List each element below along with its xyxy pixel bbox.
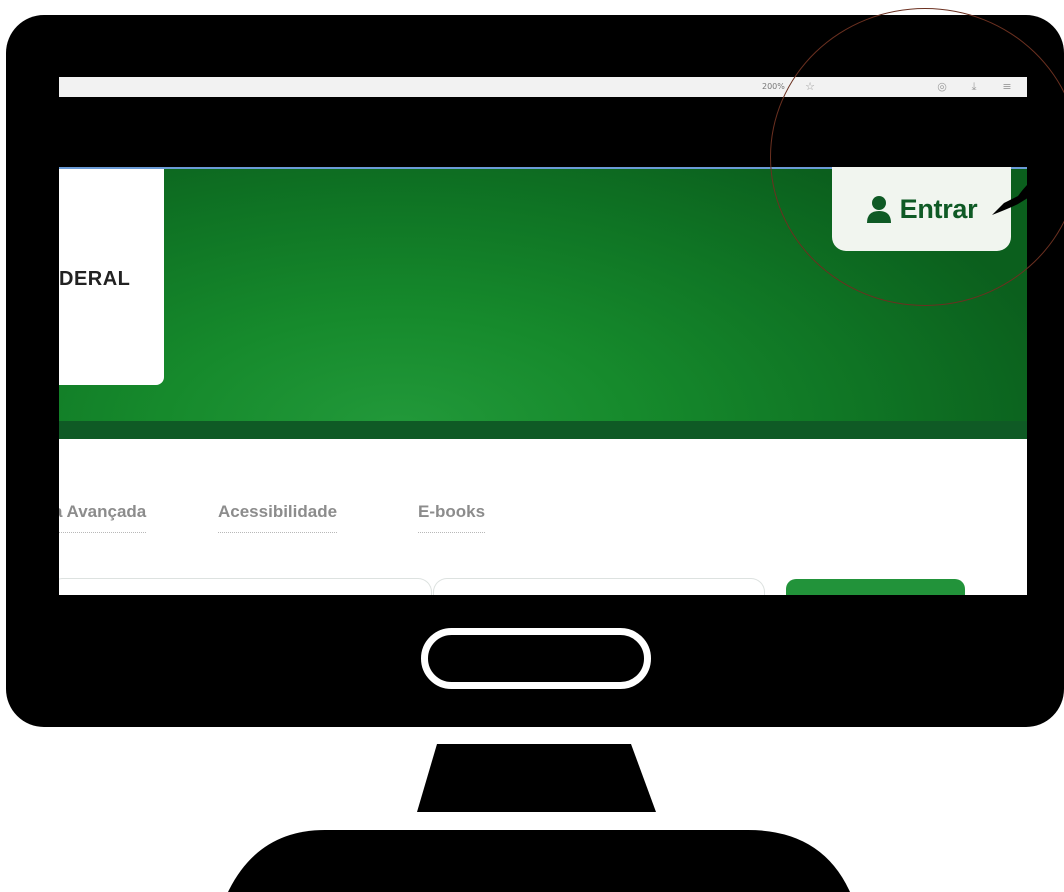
- search-button[interactable]: [786, 579, 965, 595]
- header-stripe: [59, 421, 1027, 441]
- monitor-button: [421, 628, 651, 689]
- filter-field[interactable]: [433, 578, 765, 595]
- search-field[interactable]: [59, 578, 432, 595]
- main-nav: a Avançada Acessibilidade E-books: [59, 439, 1027, 595]
- nav-item-busca-avancada[interactable]: a Avançada: [59, 502, 147, 533]
- zoom-indicator[interactable]: 200%: [762, 77, 785, 97]
- logo-card[interactable]: DERAL: [59, 169, 164, 385]
- logo-text: DERAL: [59, 268, 131, 290]
- highlight-circle: [770, 8, 1064, 306]
- nav-item-ebooks[interactable]: E-books: [418, 502, 486, 533]
- nav-item-acessibilidade[interactable]: Acessibilidade: [218, 502, 338, 533]
